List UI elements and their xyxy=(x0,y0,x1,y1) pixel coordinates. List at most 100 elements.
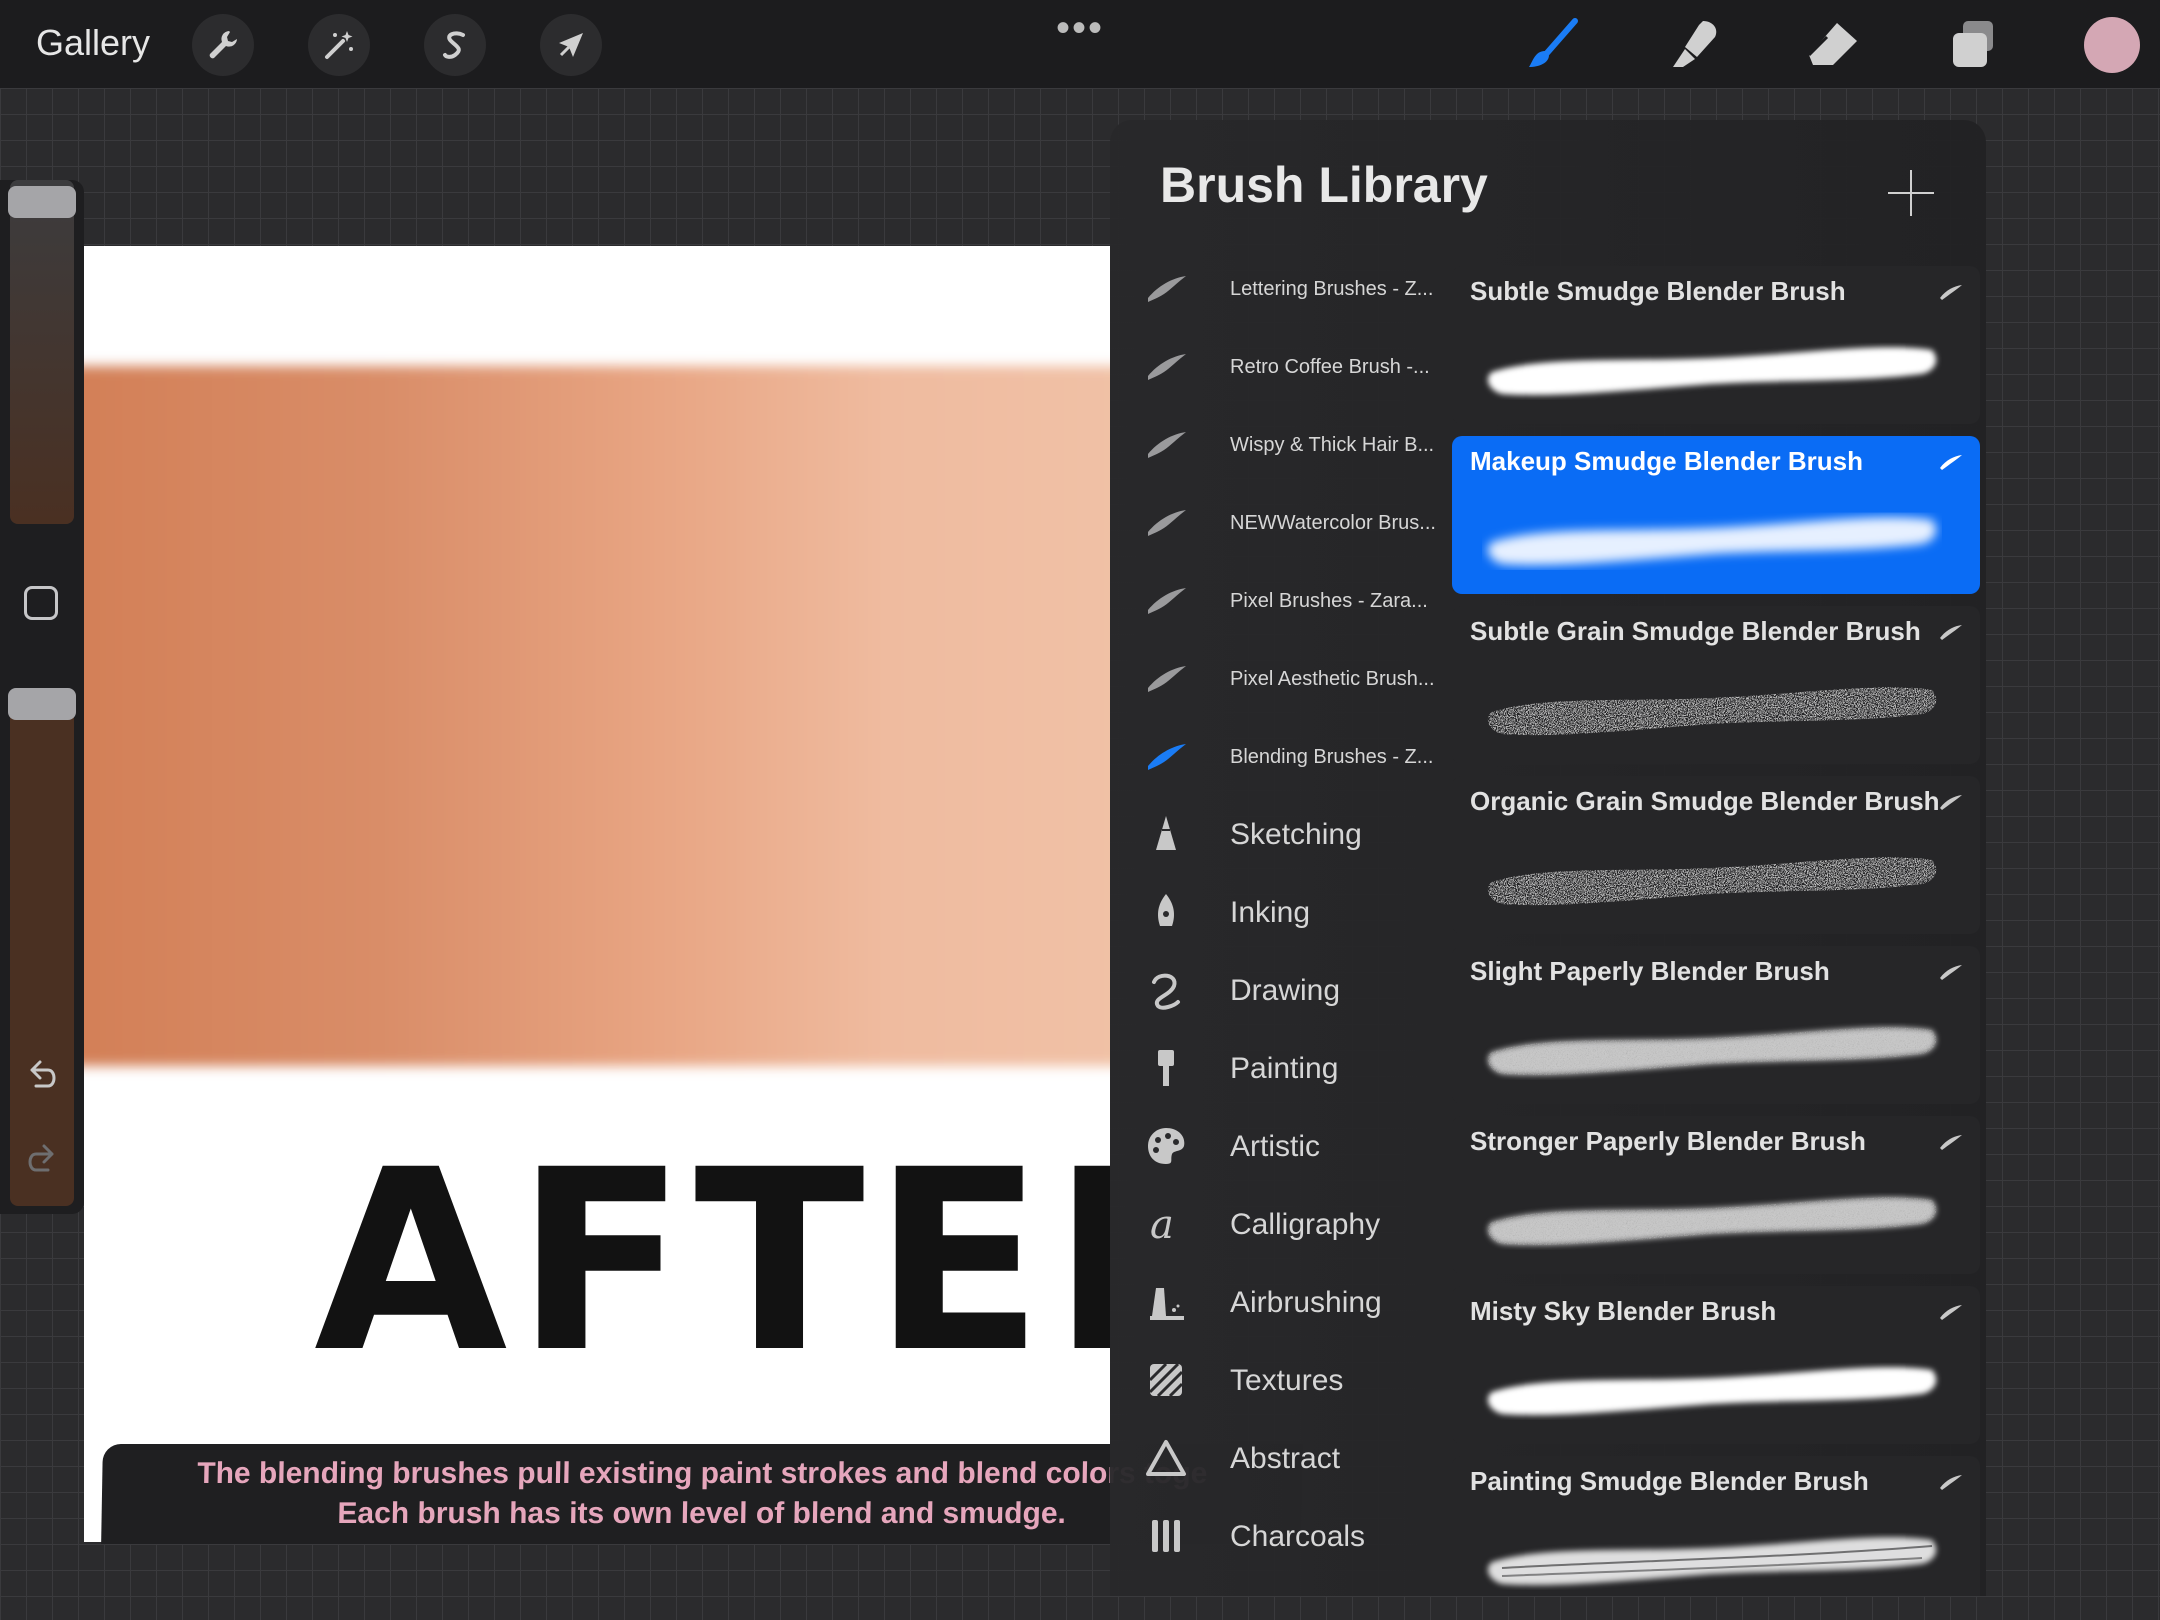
brush-source-icon xyxy=(1938,622,1964,642)
feather-stroke-icon xyxy=(1144,578,1188,622)
pen-nib-icon xyxy=(1144,890,1188,934)
undo-icon[interactable] xyxy=(22,1056,62,1096)
brush-stroke-preview xyxy=(1482,1172,1942,1258)
smudge-icon xyxy=(1673,21,1717,67)
smudge-tool-button[interactable] xyxy=(1662,14,1724,76)
add-brush-button[interactable] xyxy=(1886,168,1936,218)
brush-library-title: Brush Library xyxy=(1160,157,1488,213)
brush-source-icon xyxy=(1938,792,1964,812)
selection-button[interactable] xyxy=(424,14,486,76)
brush-tool-button[interactable] xyxy=(1522,14,1584,76)
redo-icon[interactable] xyxy=(22,1140,62,1180)
brush-category-item[interactable]: Elements xyxy=(1110,1576,1450,1596)
brush-category-label: Drawing xyxy=(1230,974,1341,1007)
brush-category-item[interactable]: a Calligraphy xyxy=(1110,1186,1450,1264)
more-options-button[interactable]: ••• xyxy=(1056,6,1104,51)
brush-category-item[interactable]: Drawing xyxy=(1110,952,1450,1030)
brush-name: Organic Grain Smudge Blender Brush xyxy=(1470,786,1940,816)
feather-stroke-icon xyxy=(1144,344,1188,388)
brush-category-label: Airbrushing xyxy=(1230,1286,1382,1319)
drawing-canvas[interactable]: AFTER xyxy=(84,246,1110,1542)
brush-category-item[interactable]: Painting xyxy=(1110,1030,1450,1108)
brush-category-label: Calligraphy xyxy=(1230,1208,1381,1241)
brush-category-item[interactable]: Pixel Aesthetic Brush... xyxy=(1110,640,1450,718)
pencil-tip-icon xyxy=(1144,812,1188,856)
brush-category-label: Artistic xyxy=(1230,1130,1320,1163)
wrench-icon xyxy=(209,31,237,59)
brush-name: Stronger Paperly Blender Brush xyxy=(1470,1126,1866,1156)
brush-source-icon xyxy=(1938,1472,1964,1492)
feather-stroke-icon xyxy=(1144,500,1188,544)
brush-category-item[interactable]: Blending Brushes - Z... xyxy=(1110,718,1450,796)
brush-name: Painting Smudge Blender Brush xyxy=(1470,1466,1869,1496)
brush-category-item[interactable]: Abstract xyxy=(1110,1420,1450,1498)
brush-category-item[interactable]: Wispy & Thick Hair B... xyxy=(1110,406,1450,484)
canvas-heading: AFTER xyxy=(314,1116,1110,1407)
opacity-thumb[interactable] xyxy=(8,688,76,720)
brush-stroke-preview xyxy=(1482,1002,1942,1088)
brush-card[interactable]: Painting Smudge Blender Brush xyxy=(1452,1456,1980,1596)
brush-category-item[interactable]: Airbrushing xyxy=(1110,1264,1450,1342)
yin-yang-icon xyxy=(1144,1592,1188,1596)
brush-stroke-preview xyxy=(1482,832,1942,918)
brush-category-item[interactable]: Pixel Brushes - Zara... xyxy=(1110,562,1450,640)
brush-category-label: Pixel Aesthetic Brush... xyxy=(1230,668,1435,690)
brush-card[interactable]: Misty Sky Blender Brush xyxy=(1452,1286,1980,1444)
triangle-icon xyxy=(1144,1436,1188,1480)
eraser-tool-button[interactable] xyxy=(1802,14,1864,76)
blended-paint-stroke xyxy=(84,366,1110,1066)
scribble-icon xyxy=(1144,968,1188,1012)
brush-source-icon xyxy=(1938,962,1964,982)
brush-category-label: Painting xyxy=(1230,1052,1339,1085)
brush-card[interactable]: Makeup Smudge Blender Brush xyxy=(1452,436,1980,594)
brush-category-label: Textures xyxy=(1230,1364,1344,1397)
brush-card[interactable]: Stronger Paperly Blender Brush xyxy=(1452,1116,1980,1274)
brush-name: Makeup Smudge Blender Brush xyxy=(1470,446,1863,476)
brush-category-item[interactable]: Textures xyxy=(1110,1342,1450,1420)
brush-category-label: Pixel Brushes - Zara... xyxy=(1230,590,1428,612)
brush-category-label: Lettering Brushes - Z... xyxy=(1230,278,1434,300)
brush-category-item[interactable]: Lettering Brushes - Z... xyxy=(1110,250,1450,328)
brush-category-label: Blending Brushes - Z... xyxy=(1230,746,1434,768)
brush-stroke-preview xyxy=(1482,492,1942,578)
selection-s-icon xyxy=(443,31,465,59)
feather-stroke-icon xyxy=(1144,266,1188,310)
brush-category-item[interactable]: Artistic xyxy=(1110,1108,1450,1186)
calligraphy-a-icon: a xyxy=(1144,1202,1188,1246)
brush-size-thumb[interactable] xyxy=(8,186,76,218)
brush-size-slider[interactable] xyxy=(10,180,74,524)
brush-category-label: NEWWatercolor Brus... xyxy=(1230,512,1436,534)
texture-hatch-icon xyxy=(1144,1358,1188,1402)
magic-wand-icon xyxy=(325,31,353,59)
charcoal-bars-icon xyxy=(1144,1514,1188,1558)
brush-name: Subtle Smudge Blender Brush xyxy=(1470,276,1846,306)
brush-card[interactable]: Organic Grain Smudge Blender Brush xyxy=(1452,776,1980,934)
layers-button[interactable] xyxy=(1942,14,2004,76)
brush-stroke-preview xyxy=(1482,1512,1942,1596)
brush-source-icon xyxy=(1938,1132,1964,1152)
brush-category-item[interactable]: NEWWatercolor Brus... xyxy=(1110,484,1450,562)
palette-icon xyxy=(1144,1124,1188,1168)
brush-name: Slight Paperly Blender Brush xyxy=(1470,956,1830,986)
opacity-slider[interactable] xyxy=(10,688,74,1206)
brush-card[interactable]: Slight Paperly Blender Brush xyxy=(1452,946,1980,1104)
transform-button[interactable] xyxy=(540,14,602,76)
actions-wrench-button[interactable] xyxy=(192,14,254,76)
gallery-button[interactable]: Gallery xyxy=(36,22,150,64)
adjustments-wand-button[interactable] xyxy=(308,14,370,76)
brush-category-item[interactable]: Retro Coffee Brush -... xyxy=(1110,328,1450,406)
color-picker-swatch[interactable] xyxy=(2084,17,2140,73)
airbrush-icon xyxy=(1144,1280,1188,1324)
brush-category-item[interactable]: Inking xyxy=(1110,874,1450,952)
transform-arrow-icon xyxy=(559,33,583,57)
brush-card[interactable]: Subtle Grain Smudge Blender Brush xyxy=(1452,606,1980,764)
brush-card[interactable]: Subtle Smudge Blender Brush xyxy=(1452,266,1980,424)
brush-category-label: Elements xyxy=(1230,1576,1355,1596)
brush-category-item[interactable]: Sketching xyxy=(1110,796,1450,874)
brush-category-item[interactable]: Charcoals xyxy=(1110,1498,1450,1576)
feather-stroke-icon xyxy=(1144,656,1188,700)
modify-button[interactable] xyxy=(24,586,58,620)
feather-stroke-icon xyxy=(1144,734,1188,778)
brush-stroke-preview xyxy=(1482,1342,1942,1428)
brush-stroke-preview xyxy=(1482,662,1942,748)
